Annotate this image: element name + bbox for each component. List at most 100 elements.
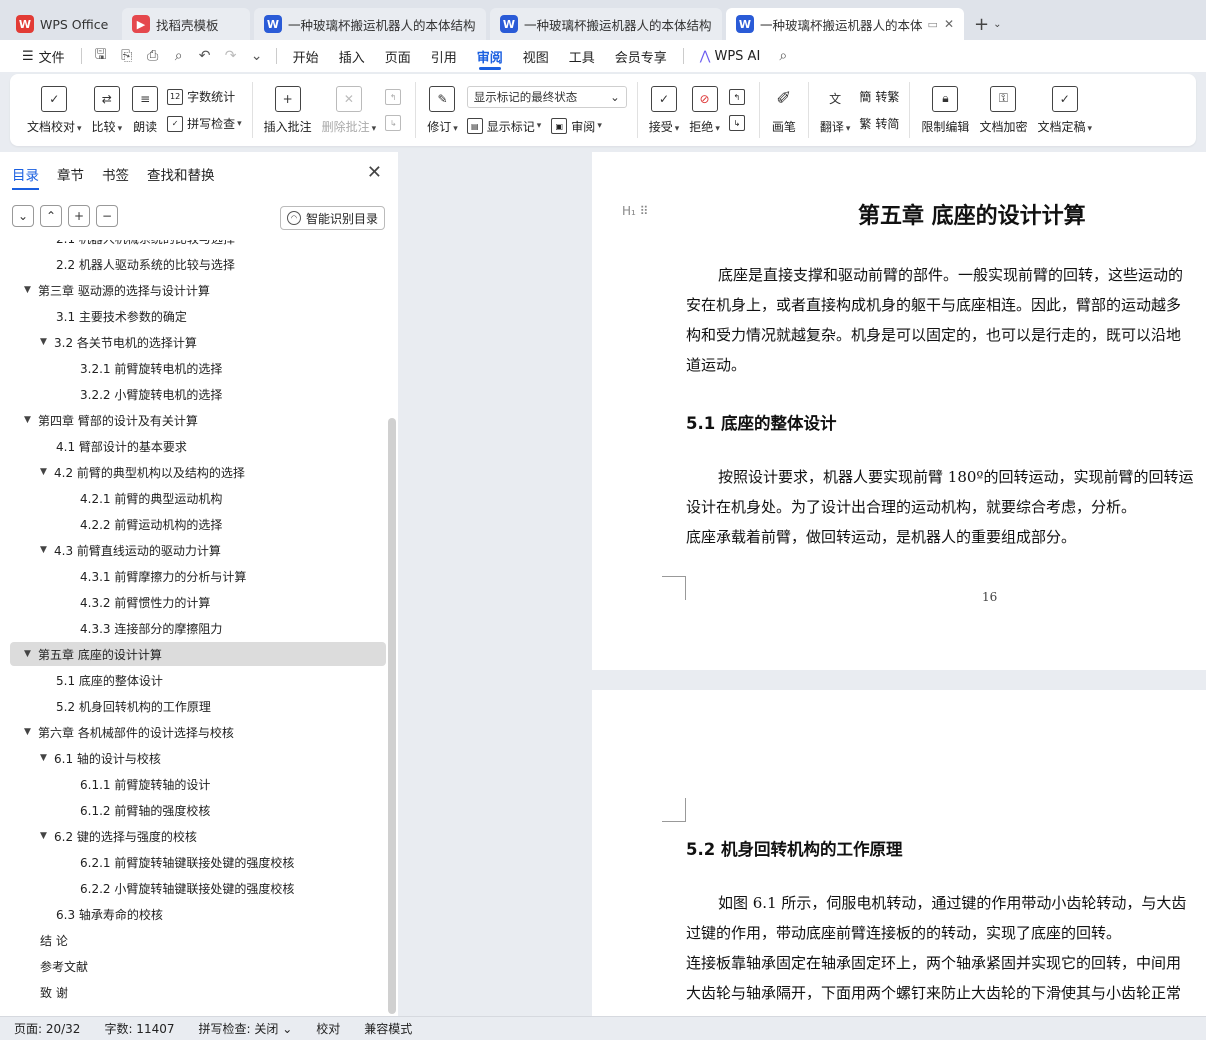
read-aloud-button[interactable]: ≡ 朗读 — [127, 78, 163, 142]
toc-item[interactable]: 4.1 臂部设计的基本要求 — [10, 434, 386, 458]
toc-item[interactable]: ▼ 6.2 键的选择与强度的校核 — [10, 824, 386, 848]
expand-arrow-icon[interactable]: ▼ — [40, 337, 54, 347]
expand-arrow-icon[interactable]: ▼ — [24, 649, 38, 659]
expand-arrow-icon[interactable]: ▼ — [24, 415, 38, 425]
tab-chapters[interactable]: 章节 — [57, 152, 84, 196]
tab-docer-templates[interactable]: ▶ 找稻壳模板 — [122, 8, 250, 40]
menu-member[interactable]: 会员专享 — [605, 40, 677, 72]
markup-state-select[interactable]: 显示标记的最终状态 ⌄ — [466, 85, 627, 108]
save-icon[interactable]: 🖫 — [88, 43, 114, 69]
toc-item[interactable]: 5.2 机身回转机构的工作原理 — [10, 694, 386, 718]
window-restore-icon[interactable]: ▭ — [928, 18, 938, 31]
toc-item[interactable]: 4.3.2 前臂惯性力的计算 — [10, 590, 386, 614]
search-icon[interactable]: ⌕ — [770, 43, 796, 69]
close-tab-icon[interactable]: ✕ — [944, 17, 954, 31]
toc-item[interactable]: 5.1 底座的整体设计 — [10, 668, 386, 692]
tab-wps-office[interactable]: W WPS Office — [6, 8, 118, 40]
toc-item[interactable]: ▼ 第三章 驱动源的选择与设计计算 — [10, 278, 386, 302]
compare-button[interactable]: ⇄ 比较 ▾ — [87, 78, 128, 142]
toc-scrollbar[interactable] — [388, 418, 396, 1014]
print-icon[interactable]: ⎙ — [140, 43, 166, 69]
file-menu[interactable]: ☰ 文件 — [12, 40, 75, 72]
undo-icon[interactable]: ↶ — [192, 43, 218, 69]
toc-item[interactable]: 6.2.1 前臂旋转轴键联接处键的强度校核 — [10, 850, 386, 874]
toc-item[interactable]: ▼ 第六章 各机械部件的设计选择与校核 — [10, 720, 386, 744]
expand-arrow-icon[interactable]: ▼ — [40, 831, 54, 841]
next-change-button[interactable]: ↳ — [728, 115, 749, 131]
remove-heading-icon[interactable]: − — [96, 205, 118, 227]
track-changes-button[interactable]: ✎ 修订 ▾ — [422, 78, 463, 142]
collapse-icon[interactable]: ⌃ — [40, 205, 62, 227]
toc-item[interactable]: 3.1 主要技术参数的确定 — [10, 304, 386, 328]
toc-item[interactable]: 4.3.1 前臂摩擦力的分析与计算 — [10, 564, 386, 588]
tab-document-active[interactable]: W 一种玻璃杯搬运机器人的本体结构设计 ▭ ✕ — [726, 8, 964, 40]
proofread-status[interactable]: 校对 — [316, 1020, 340, 1037]
menu-review[interactable]: 审阅 — [467, 40, 513, 72]
menu-view[interactable]: 视图 — [513, 40, 559, 72]
restrict-edit-button[interactable]: 🔒︎ 限制编辑 — [916, 78, 974, 142]
toc-item[interactable]: ▼ 6.1 轴的设计与校核 — [10, 746, 386, 770]
toc-item[interactable]: 4.2.1 前臂的典型运动机构 — [10, 486, 386, 510]
show-markup-button[interactable]: ▤ 显示标记 ▾ — [466, 118, 541, 135]
heading-marker-icon[interactable]: H₁ ⠿ — [622, 204, 648, 218]
toc-item[interactable]: 4.2.2 前臂运动机构的选择 — [10, 512, 386, 536]
spell-check-status[interactable]: 拼写检查: 关闭 ⌄ — [199, 1020, 293, 1037]
toc-item[interactable]: 结 论 — [10, 928, 386, 952]
toc-item[interactable]: 6.1.2 前臂轴的强度校核 — [10, 798, 386, 822]
expand-arrow-icon[interactable]: ▼ — [40, 545, 54, 555]
toc-item[interactable]: 3.2.2 小臂旋转电机的选择 — [10, 382, 386, 406]
reject-button[interactable]: ⊘ 拒绝 ▾ — [684, 78, 725, 142]
toc-item[interactable]: 致 谢 — [10, 980, 386, 1004]
encrypt-button[interactable]: ⚿ 文档加密 — [974, 78, 1032, 142]
toc-item[interactable]: 2.2 机器人驱动系统的比较与选择 — [10, 252, 386, 276]
to-traditional-button[interactable]: 簡转繁 — [859, 88, 899, 105]
menu-reference[interactable]: 引用 — [421, 40, 467, 72]
word-count-button[interactable]: 12 字数统计 — [167, 88, 242, 105]
smart-toc-button[interactable]: ◠ 智能识别目录 — [279, 206, 385, 230]
toc-item[interactable]: ▼ 第五章 底座的设计计算 — [10, 642, 386, 666]
toc-item[interactable]: ▼ 3.2 各关节电机的选择计算 — [10, 330, 386, 354]
word-count-indicator[interactable]: 字数: 11407 — [104, 1020, 174, 1037]
delete-comment-button[interactable]: ✕ 删除批注 ▾ — [317, 78, 382, 142]
review-pane-button[interactable]: ▣ 审阅 ▾ — [551, 118, 602, 135]
page-indicator[interactable]: 页面: 20/32 — [14, 1020, 80, 1037]
wps-ai-button[interactable]: ⋀ WPS AI — [690, 40, 770, 72]
doc-check-button[interactable]: ✓ 文档校对 ▾ — [22, 78, 87, 142]
expand-arrow-icon[interactable]: ▼ — [24, 727, 38, 737]
document-page[interactable]: H₁ ⠿ 第五章 底座的设计计算 底座是直接支撑和驱动前臂的部件。一般实现前臂的… — [592, 152, 1206, 670]
insert-comment-button[interactable]: + 插入批注 — [259, 78, 317, 142]
toc-item[interactable]: 4.3.3 连接部分的摩擦阻力 — [10, 616, 386, 640]
toc-item[interactable]: ▼ 4.3 前臂直线运动的驱动力计算 — [10, 538, 386, 562]
tab-toc[interactable]: 目录 — [12, 152, 39, 196]
document-page[interactable]: 5.2 机身回转机构的工作原理 如图 6.1 所示，伺服电机转动，通过键的作用带… — [592, 690, 1206, 1016]
accept-button[interactable]: ✓ 接受 ▾ — [644, 78, 685, 142]
translate-button[interactable]: 文 翻译 ▾ — [815, 78, 856, 142]
toc-item[interactable]: 6.2.2 小臂旋转轴键联接处键的强度校核 — [10, 876, 386, 900]
toc-item[interactable]: ▼ 第四章 臂部的设计及有关计算 — [10, 408, 386, 432]
close-pane-icon[interactable]: ✕ — [367, 162, 382, 183]
add-heading-icon[interactable]: + — [68, 205, 90, 227]
toc-item[interactable]: 2.1 机器人机械系统的比较与选择 — [10, 240, 386, 250]
redo-icon[interactable]: ↷ — [218, 43, 244, 69]
share-icon[interactable]: ⎘ — [114, 43, 140, 69]
expand-arrow-icon[interactable]: ▼ — [40, 753, 54, 763]
tab-find-replace[interactable]: 查找和替换 — [147, 152, 215, 196]
next-comment-button[interactable]: ↳ — [385, 115, 405, 131]
menu-page[interactable]: 页面 — [375, 40, 421, 72]
pen-button[interactable]: ✐ 画笔 — [766, 78, 802, 142]
tab-bookmarks[interactable]: 书签 — [102, 152, 129, 196]
toc-item[interactable]: 6.3 轴承寿命的校核 — [10, 902, 386, 926]
expand-arrow-icon[interactable]: ▼ — [40, 467, 54, 477]
spell-check-button[interactable]: ✓ 拼写检查 ▾ — [167, 115, 242, 132]
tab-document-1[interactable]: W 一种玻璃杯搬运机器人的本体结构设计 — [254, 8, 486, 40]
finalize-button[interactable]: ✓ 文档定稿 ▾ — [1032, 78, 1097, 142]
new-tab-button[interactable]: + ⌄ — [968, 8, 1007, 40]
quick-access-more-icon[interactable]: ⌄ — [244, 43, 270, 69]
print-preview-icon[interactable]: ⌕ — [166, 43, 192, 69]
toc-item[interactable]: 6.1.1 前臂旋转轴的设计 — [10, 772, 386, 796]
previous-comment-button[interactable]: ↰ — [385, 89, 405, 105]
chevron-down-icon[interactable]: ⌄ — [993, 19, 1001, 30]
to-simplified-button[interactable]: 繁转简 — [859, 115, 899, 132]
tab-document-2[interactable]: W 一种玻璃杯搬运机器人的本体结构设计 — [490, 8, 722, 40]
menu-tools[interactable]: 工具 — [559, 40, 605, 72]
